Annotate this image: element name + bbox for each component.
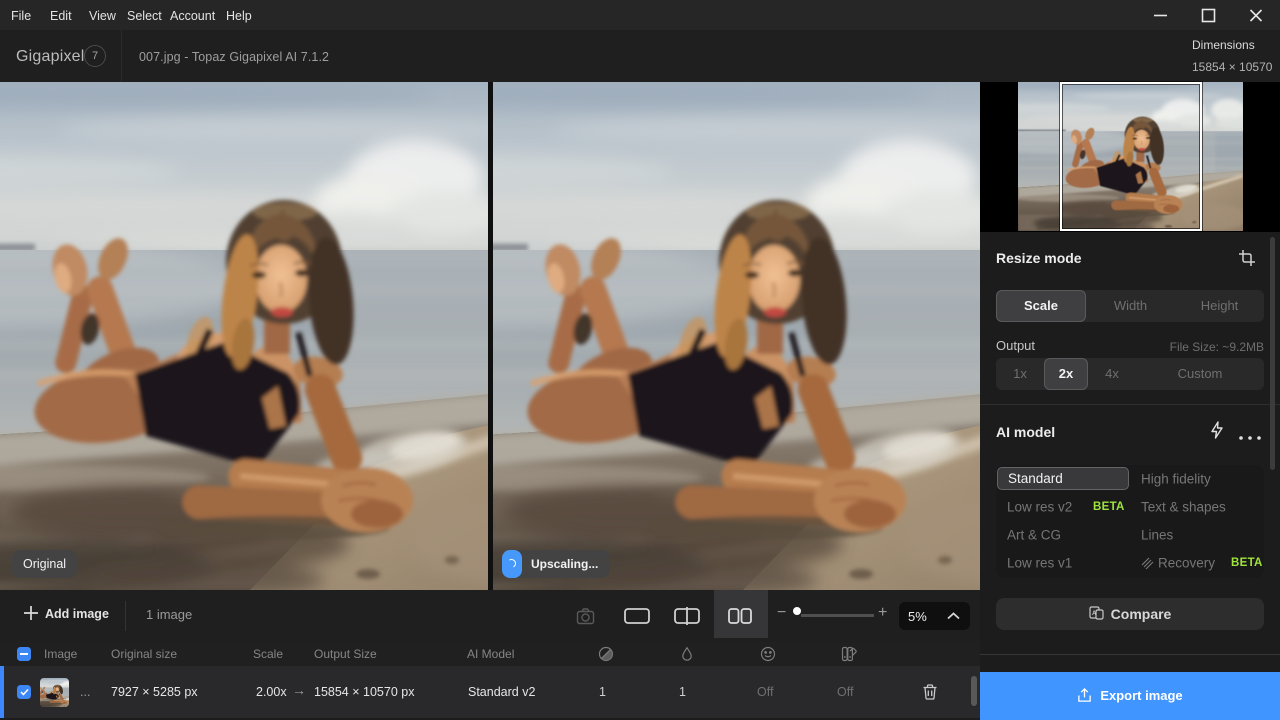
svg-text:A: A xyxy=(1092,611,1097,617)
